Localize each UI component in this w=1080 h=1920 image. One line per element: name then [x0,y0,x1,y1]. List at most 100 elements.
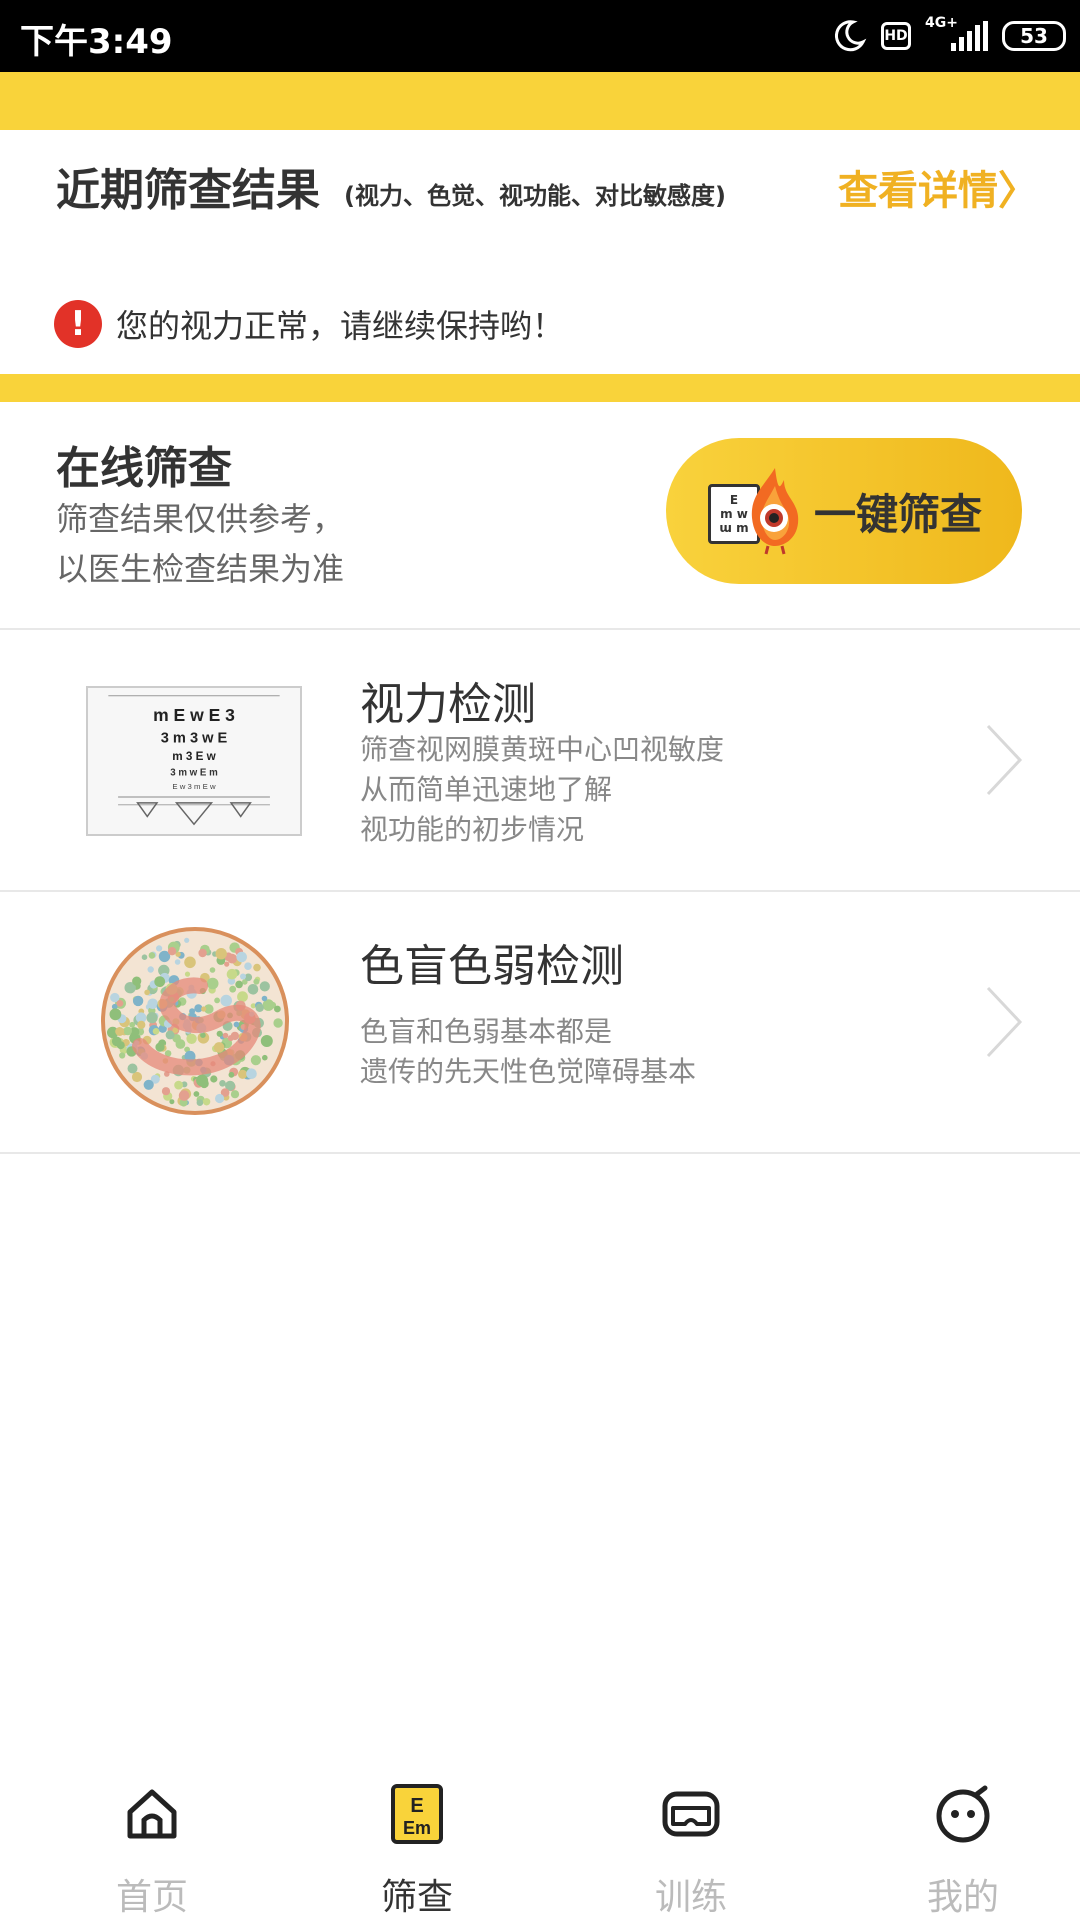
ishihara-dot [215,1093,225,1104]
ishihara-dot [260,1035,273,1047]
ishihara-dot [186,1033,197,1044]
chevron-right-icon [986,986,1023,1058]
signal-icon: 4G+ [925,15,988,51]
one-click-screening-button[interactable]: Em wɯ m 一键筛查 [666,438,1022,584]
ishihara-dot [236,951,247,963]
ishihara-dot [169,1099,175,1105]
flame-mascot-icon [751,468,799,555]
ishihara-dot [227,1035,234,1042]
ishihara-dot [131,1071,143,1083]
eye-chart-image: m E w E 3 3 m 3 w E m 3 E w 3 m w E m E … [86,686,302,836]
recent-results-card: 近期筛查结果 (视力、色觉、视功能、对比敏感度) 查看详情〉 ! 您的视力正常，… [0,130,1080,374]
ishihara-dot [202,1098,211,1106]
ishihara-dot [233,1021,240,1028]
one-click-screening-label: 一键筛查 [814,489,983,539]
tab-screening[interactable]: E Em 筛查 [282,1760,552,1920]
ishihara-dot [178,1090,190,1101]
ishihara-dot [109,1008,122,1021]
ishihara-dot [219,1080,226,1087]
ishihara-dot [206,977,219,990]
hd-badge: HD [881,22,911,50]
svg-text:E: E [410,1795,423,1817]
ishihara-dot [111,1036,122,1047]
ishihara-dot [137,1020,146,1029]
ishihara-dot [141,954,148,960]
ishihara-dot [123,1026,132,1036]
screening-mascot-icon: Em wɯ m [666,438,816,584]
ishihara-dot [147,966,154,973]
ishihara-dot [155,1042,165,1052]
online-screening-desc-line2: 以医生检查结果为准 [56,550,345,588]
svg-text:m E w E 3: m E w E 3 [153,705,235,725]
ishihara-dot [167,947,177,956]
ishihara-dot [237,991,248,1003]
ishihara-dot [119,1052,126,1059]
ishihara-dot [147,998,158,1010]
online-screening-desc-line1: 筛查结果仅供参考， [56,500,345,538]
ishihara-dot [146,1012,158,1024]
tab-mine-label: 我的 [926,1877,999,1918]
ishihara-dot [246,1068,257,1079]
online-screening-title: 在线筛查 [56,443,232,494]
ishihara-dot [156,945,163,952]
ishihara-dot [174,959,181,965]
battery-icon: 53 [1002,21,1066,51]
tab-training[interactable]: 训练 [556,1760,826,1920]
bottom-tab-bar: 首页 E Em 筛查 训练 我的 [0,1760,1080,1920]
face-icon [936,1785,990,1843]
list-item-vision-test[interactable]: m E w E 3 3 m 3 w E m 3 E w 3 m w E m E … [0,630,1080,892]
chevron-right-icon [986,724,1023,796]
svg-text:Em: Em [403,1818,431,1838]
ishihara-dot [148,952,156,959]
exclamation-icon: ! [54,300,102,348]
ishihara-dot [161,1087,171,1096]
recent-results-subtitle: (视力、色觉、视功能、对比敏感度) [344,182,726,210]
status-bar: 下午3:49 HD 4G+ 53 [0,0,1080,72]
status-icons: HD 4G+ 53 [831,14,1066,58]
ishihara-dot [198,948,207,958]
ishihara-dot [240,973,246,980]
ishihara-dot [210,1075,218,1083]
ishihara-dot [235,980,243,989]
ishihara-dot [196,1074,209,1087]
ishihara-dot [184,956,196,969]
view-details-link[interactable]: 查看详情〉 [838,158,1038,216]
vr-goggles-icon [662,1791,720,1837]
vision-test-desc-line: 筛查视网膜黄斑中心凹视敏度 [360,733,725,766]
ishihara-dot [143,1079,154,1090]
vision-test-description: 筛查视网膜黄斑中心凹视敏度 从而简单迅速地了解 视功能的初步情况 [360,730,724,850]
tab-home-label: 首页 [115,1877,188,1918]
vision-status-alert: ! 您的视力正常，请继续保持哟！ [54,300,564,348]
tab-home[interactable]: 首页 [17,1760,287,1920]
svg-text:3 m 3 w E: 3 m 3 w E [161,731,228,747]
ishihara-dot [214,997,220,1004]
ishihara-dot [200,1032,206,1038]
svg-text:m 3 E w: m 3 E w [172,750,216,763]
ishihara-dot [250,1055,261,1066]
moon-icon [834,20,867,52]
vision-test-title: 视力检测 [360,679,536,730]
ishihara-dot [220,994,232,1007]
ishihara-dot [216,1030,223,1037]
ishihara-dot [201,1006,207,1012]
ishihara-dot [226,968,238,980]
tab-mine[interactable]: 我的 [828,1760,1080,1920]
ishihara-dot [273,1018,283,1028]
status-time: 下午3:49 [20,22,173,62]
svg-text:E w 3 m E w: E w 3 m E w [172,782,216,791]
ishihara-dot [253,978,260,985]
ishihara-dot [227,953,237,964]
list-item-color-blind-test[interactable]: 色盲色弱检测 色盲和色弱基本都是 遗传的先天性色觉障碍基本 [0,892,1080,1154]
color-blind-test-desc-line: 色盲和色弱基本都是 [360,1015,613,1048]
ishihara-dot [127,1063,138,1074]
ishihara-dot [184,937,190,943]
eye-chart-icon: E Em [391,1784,443,1844]
ishihara-dot [115,1027,125,1036]
ishihara-dot [247,984,259,995]
ishihara-dot [255,1003,264,1012]
color-blind-test-title: 色盲色弱检测 [360,941,624,992]
tab-training-label: 训练 [654,1877,727,1918]
vision-test-desc-line: 从而简单迅速地了解 [360,773,613,806]
ishihara-dot [229,985,237,993]
ishihara-dot [244,962,252,970]
